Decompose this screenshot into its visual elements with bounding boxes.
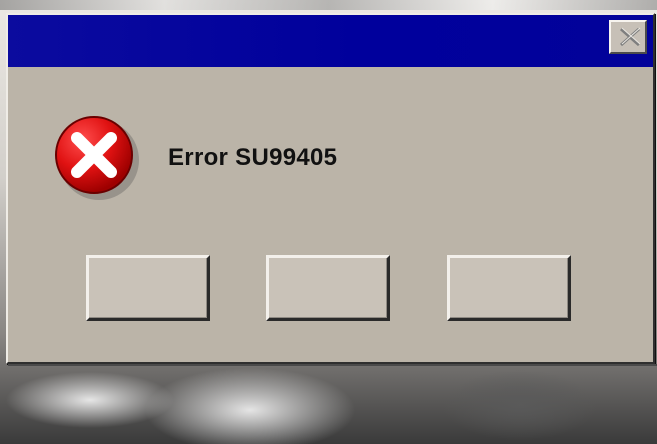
dialog-button-3[interactable] [447, 255, 571, 321]
close-icon [620, 27, 641, 47]
error-icon [52, 111, 142, 203]
background-top-strip [0, 0, 657, 10]
error-dialog: Error SU99405 [6, 13, 657, 366]
titlebar[interactable] [8, 15, 653, 67]
dialog-button-2[interactable] [266, 255, 390, 321]
error-message: Error SU99405 [168, 144, 338, 171]
close-button[interactable] [609, 20, 647, 54]
dialog-button-1[interactable] [86, 255, 210, 321]
dialog-bottom-edge [8, 364, 657, 366]
